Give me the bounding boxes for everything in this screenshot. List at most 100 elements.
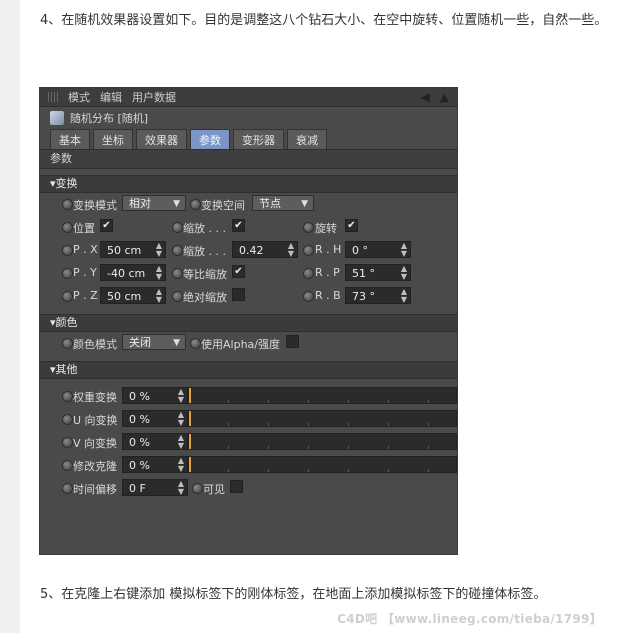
u-transform-slider[interactable] [188,410,457,427]
grip-icon[interactable] [48,92,58,102]
animate-dot-icon[interactable] [62,391,73,402]
v-transform-field[interactable]: 0 % ▲ ▼ [122,433,188,450]
animate-dot-icon[interactable] [62,222,73,233]
rb-label: R . B [315,289,341,302]
spinner-icon[interactable]: ▲ ▼ [178,388,184,404]
menu-user-data[interactable]: 用户数据 [132,89,176,105]
u-transform-row: U 向变换 0 % ▲ ▼ [40,408,457,431]
use-alpha-checkbox[interactable] [286,335,299,348]
animate-dot-icon[interactable] [192,483,203,494]
group-color-header[interactable]: ▾颜色 [40,314,457,332]
rp-field[interactable]: 51 ° ▲ ▼ [345,264,411,281]
attribute-manager-panel: 模式 编辑 用户数据 ◀ ▲ 随机分布 [随机] 基本 坐标 效果器 参数 变形… [40,88,457,554]
animate-dot-icon[interactable] [303,291,314,302]
tab-bar: 基本 坐标 效果器 参数 变形器 衰减 [40,129,457,149]
group-other-header[interactable]: ▾其他 [40,361,457,379]
px-row: P . X 50 cm ▲ ▼ 缩放 . . . 0.42 ▲ ▼ R . H 0 ° ▲… [40,239,457,262]
animate-dot-icon[interactable] [62,268,73,279]
spinner-icon[interactable]: ▲ ▼ [156,265,162,281]
visible-checkbox[interactable] [230,480,243,493]
rp-label: R . P [315,266,340,279]
slider-fill [189,411,191,426]
group-transform-header[interactable]: ▾变换 [40,175,457,193]
scale-checkbox[interactable]: ✔ [232,219,245,232]
up-arrow-icon[interactable]: ▲ [440,90,449,104]
pz-row: P . Z 50 cm ▲ ▼ 绝对缩放 R . B 73 ° ▲ ▼ [40,285,457,308]
animate-dot-icon[interactable] [62,483,73,494]
spinner-icon[interactable]: ▲ ▼ [401,242,407,258]
position-label: 位置 [73,222,95,235]
weight-transform-field[interactable]: 0 % ▲ ▼ [122,387,188,404]
tab-parameter[interactable]: 参数 [190,129,230,149]
rh-field[interactable]: 0 ° ▲ ▼ [345,241,411,258]
spinner-icon[interactable]: ▲ ▼ [288,242,294,258]
visible-label: 可见 [203,483,225,496]
object-header: 随机分布 [随机] [40,107,457,129]
animate-dot-icon[interactable] [172,291,183,302]
spinner-icon[interactable]: ▲ ▼ [401,288,407,304]
weight-transform-slider[interactable] [188,387,457,404]
pz-field[interactable]: 50 cm ▲ ▼ [100,287,166,304]
modify-clone-field[interactable]: 0 % ▲ ▼ [122,456,188,473]
chevron-down-icon: ▼ [173,338,180,348]
scale-enable-label: 缩放 . . . [183,222,226,235]
rotation-checkbox[interactable]: ✔ [345,219,358,232]
tab-coord[interactable]: 坐标 [93,129,133,149]
chevron-down-icon: ▼ [173,199,180,209]
animate-dot-icon[interactable] [172,245,183,256]
position-checkbox[interactable]: ✔ [100,219,113,232]
tab-deformer[interactable]: 变形器 [233,129,284,149]
tab-falloff[interactable]: 衰减 [287,129,327,149]
animate-dot-icon[interactable] [62,414,73,425]
spinner-icon[interactable]: ▲ ▼ [178,457,184,473]
animate-dot-icon[interactable] [303,268,314,279]
animate-dot-icon[interactable] [190,199,201,210]
menubar: 模式 编辑 用户数据 ◀ ▲ [40,88,457,107]
spinner-icon[interactable]: ▲ ▼ [178,434,184,450]
color-mode-dropdown[interactable]: 关闭 ▼ [122,334,186,350]
transform-space-dropdown[interactable]: 节点 ▼ [252,195,314,211]
time-offset-field[interactable]: 0 F ▲ ▼ [122,479,188,496]
tab-basic[interactable]: 基本 [50,129,90,149]
paragraph-step-4: 4、在随机效果器设置如下。目的是调整这八个钻石大小、在空中旋转、位置随机一些，自… [40,13,608,28]
menu-edit[interactable]: 编辑 [100,89,122,105]
animate-dot-icon[interactable] [190,338,201,349]
slider-fill [189,434,191,449]
transform-mode-label: 变换模式 [73,199,117,212]
absolute-scale-checkbox[interactable] [232,288,245,301]
animate-dot-icon[interactable] [62,291,73,302]
rb-field[interactable]: 73 ° ▲ ▼ [345,287,411,304]
animate-dot-icon[interactable] [62,437,73,448]
spinner-icon[interactable]: ▲ ▼ [401,265,407,281]
animate-dot-icon[interactable] [62,245,73,256]
transform-mode-dropdown[interactable]: 相对 ▼ [122,195,186,211]
px-label: P . X [73,243,98,256]
animate-dot-icon[interactable] [172,222,183,233]
menu-mode[interactable]: 模式 [68,89,90,105]
u-transform-field[interactable]: 0 % ▲ ▼ [122,410,188,427]
animate-dot-icon[interactable] [303,245,314,256]
animate-dot-icon[interactable] [172,268,183,279]
px-field[interactable]: 50 cm ▲ ▼ [100,241,166,258]
uniform-scale-checkbox[interactable]: ✔ [232,265,245,278]
spinner-icon[interactable]: ▲ ▼ [178,411,184,427]
py-field[interactable]: -40 cm ▲ ▼ [100,264,166,281]
modify-clone-slider[interactable] [188,456,457,473]
tab-effector[interactable]: 效果器 [136,129,187,149]
absolute-scale-label: 绝对缩放 [183,291,227,304]
spinner-icon[interactable]: ▲ ▼ [156,242,162,258]
color-mode-row: 颜色模式 关闭 ▼ 使用Alpha/强度 [40,332,457,355]
v-transform-slider[interactable] [188,433,457,450]
scale-value-label: 缩放 . . . [183,245,226,258]
animate-dot-icon[interactable] [62,460,73,471]
spinner-icon[interactable]: ▲ ▼ [156,288,162,304]
spinner-icon[interactable]: ▲ ▼ [178,480,184,496]
animate-dot-icon[interactable] [62,199,73,210]
time-offset-label: 时间偏移 [73,483,117,496]
back-arrow-icon[interactable]: ◀ [421,90,430,104]
scale-field[interactable]: 0.42 ▲ ▼ [232,241,298,258]
animate-dot-icon[interactable] [62,338,73,349]
animate-dot-icon[interactable] [303,222,314,233]
v-transform-row: V 向变换 0 % ▲ ▼ [40,431,457,454]
pz-label: P . Z [73,289,98,302]
